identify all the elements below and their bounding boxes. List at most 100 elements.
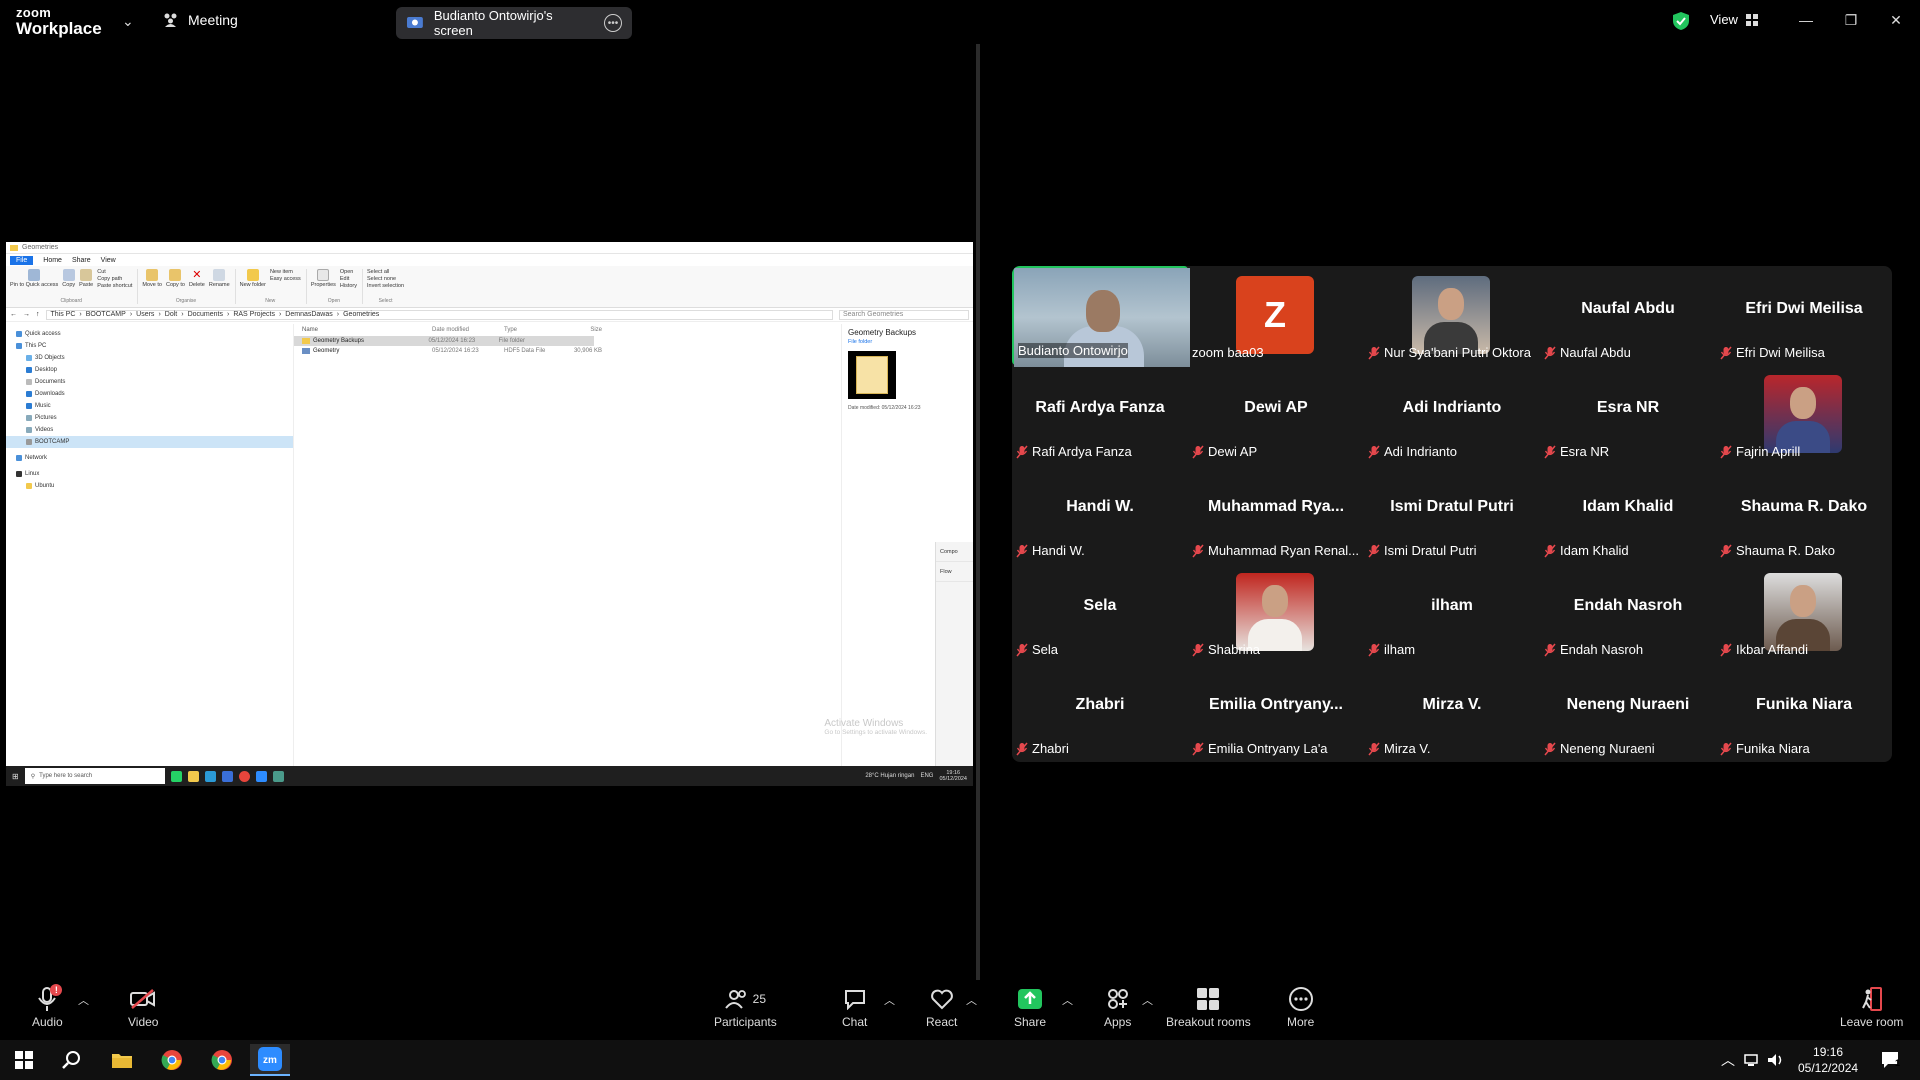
- participant-tile[interactable]: Sela Sela: [1012, 563, 1188, 662]
- new-item-label: New item: [269, 269, 293, 275]
- participant-tile[interactable]: Emilia Ontryany... Emilia Ontryany La'a: [1188, 662, 1364, 761]
- breakout-rooms-button[interactable]: Breakout rooms: [1166, 986, 1251, 1029]
- chrome-icon[interactable]: [152, 1044, 192, 1076]
- activate-windows-watermark: Activate Windows Go to Settings to activ…: [824, 718, 927, 736]
- select-none-label: Select none: [367, 276, 397, 282]
- meeting-label: Meeting: [188, 12, 238, 28]
- shared-search-box: ⚲ Type here to search: [24, 768, 165, 784]
- app-icon: [221, 770, 233, 782]
- muted-mic-icon: [1720, 346, 1732, 359]
- audio-options-caret-icon[interactable]: ︿: [78, 992, 89, 1008]
- view-button[interactable]: View: [1710, 12, 1758, 27]
- apps-button[interactable]: Apps: [1104, 986, 1131, 1029]
- participant-tile[interactable]: Esra NR Esra NR: [1540, 365, 1716, 464]
- participant-name: Rafi Ardya Fanza: [1032, 444, 1132, 459]
- volume-icon[interactable]: [1764, 1044, 1788, 1076]
- participant-tile[interactable]: Budianto Ontowirjo: [1012, 266, 1190, 367]
- react-label: React: [926, 1015, 958, 1029]
- delete-icon: ✕: [192, 269, 202, 281]
- participant-tile[interactable]: Naufal Abdu Naufal Abdu: [1540, 266, 1716, 365]
- muted-mic-icon: [1368, 643, 1380, 656]
- participant-tile[interactable]: Dewi AP Dewi AP: [1188, 365, 1364, 464]
- apps-options-caret-icon[interactable]: ︿: [1142, 992, 1153, 1008]
- participant-name: Fajrin Aprill: [1736, 444, 1801, 459]
- participant-label: Ismi Dratul Putri: [1368, 543, 1476, 558]
- participant-tile[interactable]: Idam Khalid Idam Khalid: [1540, 464, 1716, 563]
- side-item: Compo: [936, 542, 973, 562]
- taskbar-clock[interactable]: 19:16 05/12/2024: [1798, 1044, 1858, 1076]
- rename-icon: [213, 269, 226, 281]
- participant-tile[interactable]: Endah Nasroh Endah Nasroh: [1540, 563, 1716, 662]
- share-button[interactable]: Share: [1014, 986, 1046, 1029]
- video-button[interactable]: Video: [128, 986, 158, 1029]
- participant-name-center: Adi Indrianto: [1402, 399, 1502, 416]
- participant-tile[interactable]: Zzoom baa03: [1188, 266, 1364, 365]
- participant-tile[interactable]: Shabrina: [1188, 563, 1364, 662]
- side-item: Flow: [936, 562, 973, 582]
- chrome-profile-icon[interactable]: [202, 1044, 242, 1076]
- tray-chevron-icon[interactable]: ︿: [1716, 1044, 1740, 1076]
- more-button[interactable]: More: [1287, 986, 1314, 1029]
- properties-label: Properties: [310, 282, 336, 288]
- windows-start-icon[interactable]: [4, 1044, 44, 1076]
- file-name: Geometry Backups: [313, 338, 365, 344]
- participant-label: Adi Indrianto: [1368, 444, 1457, 459]
- preview-date: Date modified: 05/12/2024 16:23: [848, 405, 921, 411]
- breadcrumb-item: Geometries: [343, 311, 380, 318]
- screen-share-pill[interactable]: Budianto Ontowirjo's screen •••: [396, 7, 632, 39]
- network-icon[interactable]: [1740, 1044, 1764, 1076]
- participant-tile[interactable]: Zhabri Zhabri: [1012, 662, 1188, 761]
- participants-button[interactable]: 25 Participants: [714, 986, 777, 1029]
- participant-tile[interactable]: Ikbar Affandi: [1716, 563, 1892, 662]
- react-button[interactable]: React: [926, 986, 957, 1029]
- audio-button[interactable]: ! Audio: [32, 984, 63, 1029]
- participant-tile[interactable]: Handi W. Handi W.: [1012, 464, 1188, 563]
- participant-name-center: Naufal Abdu: [1581, 300, 1675, 317]
- participant-name-center: Idam Khalid: [1582, 498, 1674, 515]
- react-options-caret-icon[interactable]: ︿: [966, 992, 977, 1008]
- preview-pane: Geometry Backups File folder Date modifi…: [841, 324, 935, 766]
- search-icon[interactable]: [52, 1044, 92, 1076]
- participant-tile[interactable]: Funika Niara Funika Niara: [1716, 662, 1892, 761]
- participant-tile[interactable]: Neneng Nuraeni Neneng Nuraeni: [1540, 662, 1716, 761]
- meeting-info-button[interactable]: Meeting: [162, 12, 238, 28]
- participant-tile[interactable]: Mirza V. Mirza V.: [1364, 662, 1540, 761]
- share-options-caret-icon[interactable]: ︿: [1062, 992, 1073, 1008]
- shield-icon[interactable]: [1672, 11, 1690, 31]
- select-small-buttons: Select all Select none Invert selection: [367, 269, 404, 289]
- participant-tile[interactable]: Muhammad Rya... Muhammad Ryan Renal...: [1188, 464, 1364, 563]
- minimize-icon[interactable]: —: [1786, 8, 1826, 32]
- participant-name: Shauma R. Dako: [1736, 543, 1835, 558]
- participant-tile[interactable]: Rafi Ardya Fanza Rafi Ardya Fanza: [1012, 365, 1188, 464]
- side-panel: Compo Flow: [935, 542, 973, 766]
- share-screen-icon: [1018, 989, 1043, 1009]
- chrome-icon: [238, 770, 250, 782]
- participant-name: Funika Niara: [1736, 741, 1810, 756]
- chat-options-caret-icon[interactable]: ︿: [884, 992, 895, 1008]
- file-explorer-icon[interactable]: [102, 1044, 142, 1076]
- participant-tile[interactable]: Ismi Dratul Putri Ismi Dratul Putri: [1364, 464, 1540, 563]
- zoom-taskbar-icon[interactable]: zm: [250, 1044, 290, 1076]
- notification-icon[interactable]: 1: [1870, 1044, 1910, 1076]
- participant-tile[interactable]: Shauma R. Dako Shauma R. Dako: [1716, 464, 1892, 563]
- copy-to-label: Copy to: [165, 282, 185, 288]
- chat-icon: [844, 990, 865, 1010]
- close-icon[interactable]: ✕: [1876, 8, 1916, 32]
- participant-tile[interactable]: Fajrin Aprill: [1716, 365, 1892, 464]
- chevron-down-icon[interactable]: ⌄: [122, 13, 134, 30]
- participant-label: Zhabri: [1016, 741, 1069, 756]
- restore-icon[interactable]: ❐: [1831, 8, 1871, 32]
- participant-tile[interactable]: Adi Indrianto Adi Indrianto: [1364, 365, 1540, 464]
- zoom-icon: [255, 770, 267, 782]
- clock-time: 19:16: [1813, 1045, 1844, 1059]
- split-divider[interactable]: [976, 44, 980, 980]
- participant-tile[interactable]: Efri Dwi Meilisa Efri Dwi Meilisa: [1716, 266, 1892, 365]
- chat-button[interactable]: Chat: [842, 986, 867, 1029]
- participant-tile[interactable]: ilham ilham: [1364, 563, 1540, 662]
- breadcrumb-item: Documents: [187, 311, 223, 318]
- nav-item: Network: [6, 452, 293, 464]
- leave-room-button[interactable]: Leave room: [1840, 986, 1903, 1029]
- participant-label: Handi W.: [1016, 543, 1085, 558]
- more-options-icon[interactable]: •••: [604, 14, 622, 32]
- participant-tile[interactable]: Nur Sya'bani Putri Oktora: [1364, 266, 1540, 365]
